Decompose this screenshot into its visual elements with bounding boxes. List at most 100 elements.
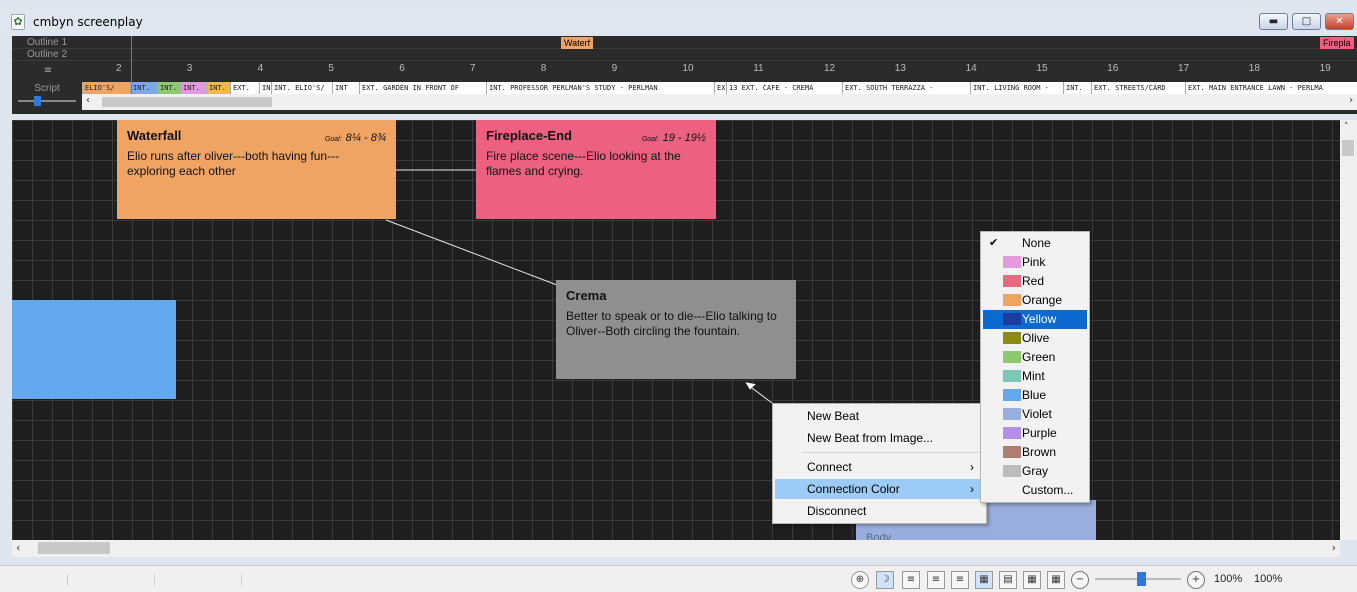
scroll-left-icon[interactable]: ‹ — [16, 541, 20, 554]
script-label: Script — [34, 83, 60, 94]
color-option-none[interactable]: ✔ None — [983, 234, 1087, 253]
menu-item-disconnect[interactable]: Disconnect — [775, 501, 984, 521]
color-option-label: Red — [1022, 274, 1045, 288]
beat-card-blue[interactable] — [12, 300, 176, 399]
scene-block[interactable]: INT. PROFESSOR PERLMAN'S STUDY - PERLMAN — [486, 82, 714, 94]
page-ruler: 2 3 4 5 6 7 8 9 10 11 12 13 14 15 16 17 18 19 — [82, 61, 1357, 83]
scene-block[interactable]: ELIO'S/ — [82, 82, 130, 94]
zoom-percent-primary: 100% — [1214, 573, 1243, 585]
color-option-violet[interactable]: Violet — [983, 405, 1087, 424]
color-option-blue[interactable]: Blue — [983, 386, 1087, 405]
zoom-slider[interactable] — [1095, 572, 1181, 586]
zoom-out-icon[interactable]: − — [1071, 571, 1089, 589]
scene-block[interactable]: INT — [332, 82, 359, 94]
list-view-icon[interactable]: ▤ — [999, 571, 1017, 589]
scroll-left-icon[interactable]: ‹ — [86, 95, 90, 106]
scene-block[interactable]: INT. ELIO'S/ — [271, 82, 332, 94]
color-option-label: None — [1022, 236, 1051, 250]
scene-block[interactable]: 13 EXT. CAFE - CREMA — [726, 82, 842, 94]
scene-block[interactable]: IN — [259, 82, 271, 94]
horizontal-scroll-thumb[interactable] — [38, 542, 110, 554]
scene-block[interactable]: EX — [714, 82, 726, 94]
color-option-purple[interactable]: Purple — [983, 424, 1087, 443]
connection-color-submenu: ✔ None Pink Red Orange Yellow Olive Green Mint Bl… — [980, 231, 1090, 503]
align-justify-icon[interactable]: ≡ — [951, 571, 969, 589]
scroll-right-icon[interactable]: › — [1332, 541, 1336, 554]
outline-zoom-slider[interactable] — [18, 96, 76, 106]
scene-block[interactable]: INT. — [157, 82, 180, 94]
ruler-tick: 13 — [894, 63, 906, 74]
color-option-red[interactable]: Red — [983, 272, 1087, 291]
scene-block[interactable]: INT. — [206, 82, 230, 94]
menu-item-connection-color[interactable]: Connection Color › — [775, 479, 984, 499]
scene-block[interactable]: EXT. MAIN ENTRANCE LAWN - PERLMA — [1185, 82, 1357, 94]
color-option-brown[interactable]: Brown — [983, 443, 1087, 462]
align-center-icon[interactable]: ≡ — [902, 571, 920, 589]
submenu-arrow-icon: › — [970, 482, 974, 496]
color-option-orange[interactable]: Orange — [983, 291, 1087, 310]
menu-item-new-beat[interactable]: New Beat — [775, 406, 984, 426]
outline-1-label: Outline 1 — [26, 37, 68, 48]
color-option-mint[interactable]: Mint — [983, 367, 1087, 386]
tile-view-icon[interactable]: ▦ — [1047, 571, 1065, 589]
scene-block[interactable]: EXT. STREETS/CARD — [1091, 82, 1185, 94]
checkmark-icon: ✔ — [989, 237, 999, 249]
board-view-icon[interactable]: ▦ — [975, 571, 993, 589]
color-option-olive[interactable]: Olive — [983, 329, 1087, 348]
close-button[interactable]: ✕ — [1325, 13, 1354, 30]
scroll-up-icon[interactable]: ˄ — [1344, 122, 1349, 132]
color-option-label: Custom... — [1022, 483, 1074, 497]
canvas-vertical-scrollbar[interactable]: ˄ — [1340, 120, 1357, 540]
scene-block[interactable]: INT. — [1063, 82, 1091, 94]
status-divider — [154, 574, 155, 586]
ruler-tick: 4 — [257, 63, 264, 74]
color-swatch — [1003, 370, 1021, 382]
scene-block[interactable]: INT. — [180, 82, 206, 94]
beat-card-waterfall[interactable]: Waterfall Goal: 8¼ - 8¾ Elio runs after o… — [117, 120, 396, 219]
color-option-yellow[interactable]: Yellow — [983, 310, 1087, 329]
scene-block[interactable]: EXT. — [230, 82, 259, 94]
window-title: cmbyn screenplay — [33, 15, 143, 29]
menu-item-label: Connection Color — [807, 482, 900, 496]
menu-item-label: Connect — [807, 460, 852, 474]
minimize-button[interactable]: ▬ — [1259, 13, 1288, 30]
outline-1-row: Outline 1 Waterf Firepla — [12, 36, 1357, 49]
scene-block[interactable]: EXT. SOUTH TERRAZZA - — [842, 82, 970, 94]
slider-thumb[interactable] — [34, 96, 41, 106]
zoom-in-icon[interactable]: + — [1187, 571, 1205, 589]
color-option-custom[interactable]: Custom... — [983, 481, 1087, 500]
align-left-icon[interactable]: ≡ — [927, 571, 945, 589]
ruler-tick: 12 — [824, 63, 836, 74]
color-option-label: Purple — [1022, 426, 1057, 440]
color-swatch — [1003, 332, 1021, 344]
vertical-scroll-thumb[interactable] — [1342, 140, 1354, 156]
color-option-gray[interactable]: Gray — [983, 462, 1087, 481]
outline-tag-fireplace[interactable]: Firepla — [1320, 37, 1354, 49]
app-logo-icon: ✿ — [11, 14, 25, 30]
beat-card-fireplace-end[interactable]: Fireplace-End Goal: 19 - 19½ Fire place s… — [476, 120, 716, 219]
outline-scroll-thumb[interactable] — [102, 97, 272, 107]
scene-block[interactable]: EXT. GARDEN IN FRONT OF — [359, 82, 486, 94]
beat-board-canvas[interactable]: Waterfall Goal: 8¼ - 8¾ Elio runs after o… — [12, 120, 1340, 540]
color-option-label: Olive — [1022, 331, 1050, 345]
dark-mode-icon[interactable]: ☽ — [876, 571, 894, 589]
scroll-right-icon[interactable]: › — [1349, 95, 1353, 106]
scene-block[interactable]: INT. LIVING ROOM - — [970, 82, 1063, 94]
color-option-green[interactable]: Green — [983, 348, 1087, 367]
canvas-horizontal-scrollbar[interactable]: ‹ › — [12, 540, 1340, 557]
connection-waterfall-crema[interactable] — [385, 219, 558, 286]
maximize-button[interactable]: □ — [1292, 13, 1321, 30]
beat-card-crema[interactable]: Crema Better to speak or to die---Elio t… — [556, 280, 796, 379]
target-icon[interactable]: ⊕ — [851, 571, 869, 589]
menu-item-new-beat-from-image[interactable]: New Beat from Image... — [775, 428, 984, 448]
outline-tag-waterfall[interactable]: Waterf — [561, 37, 594, 49]
submenu-arrow-icon: › — [970, 460, 974, 474]
collapse-icon[interactable]: ≡ — [38, 65, 58, 77]
scene-block[interactable]: INT. — [130, 82, 157, 94]
grid-view-icon[interactable]: ▦ — [1023, 571, 1041, 589]
menu-item-connect[interactable]: Connect › — [775, 457, 984, 477]
playhead-line[interactable] — [131, 36, 132, 94]
color-option-pink[interactable]: Pink — [983, 253, 1087, 272]
zoom-thumb[interactable] — [1137, 572, 1147, 586]
outline-horizontal-scrollbar[interactable]: ‹ › — [82, 94, 1357, 110]
